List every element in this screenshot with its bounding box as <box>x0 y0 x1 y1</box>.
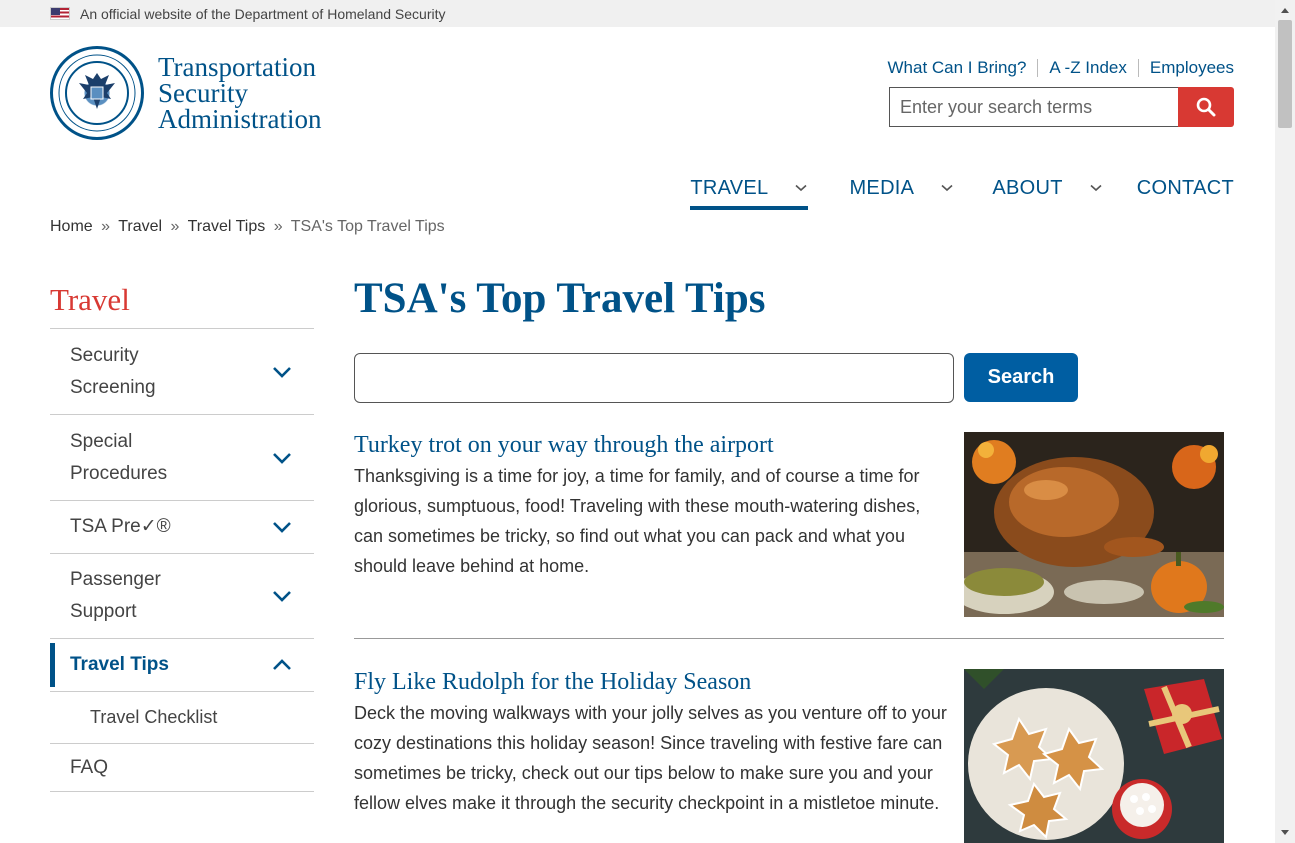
sidebar-item-label: Special Procedures <box>70 426 167 490</box>
utility-nav: What Can I Bring? A -Z Index Employees <box>888 58 1234 78</box>
roast-turkey-image[interactable] <box>964 432 1224 617</box>
search-icon <box>1196 97 1216 117</box>
header-search <box>889 87 1234 127</box>
nav-about[interactable]: ABOUT <box>992 166 1102 210</box>
sidebar-item-label-line1: Special <box>70 430 133 452</box>
sidebar-item-security-screening[interactable]: Security Screening <box>50 329 314 415</box>
scrollbar-thumb[interactable] <box>1278 20 1292 128</box>
nav-travel[interactable]: TRAVEL <box>690 166 809 210</box>
turkey-illustration <box>964 432 1224 617</box>
breadcrumb-home[interactable]: Home <box>50 218 93 235</box>
sidebar-subitem-travel-checklist[interactable]: Travel Checklist <box>50 692 314 744</box>
holiday-cookies-image[interactable] <box>964 669 1224 843</box>
agency-name-line2: Security <box>158 78 248 108</box>
header-search-button[interactable] <box>1178 87 1234 127</box>
agency-name[interactable]: Transportation Security Administration <box>158 52 322 134</box>
dhs-seal-icon[interactable] <box>50 46 144 140</box>
sidebar-item-tsa-precheck[interactable]: TSA Pre✓® <box>50 501 314 554</box>
breadcrumb: Home » Travel » Travel Tips » TSA's Top … <box>50 218 445 236</box>
breadcrumb-separator: » <box>101 218 111 235</box>
sidebar-item-label-line1: Passenger <box>70 569 161 590</box>
page-title: TSA's Top Travel Tips <box>354 275 766 322</box>
divider <box>1137 59 1139 77</box>
chevron-down-icon[interactable] <box>794 184 808 192</box>
breadcrumb-current: TSA's Top Travel Tips <box>290 218 445 235</box>
nav-about-label: ABOUT <box>992 176 1063 199</box>
agency-name-line1: Transportation <box>158 52 317 82</box>
eagle-icon <box>79 73 115 109</box>
nav-contact[interactable]: CONTACT <box>1137 166 1234 210</box>
agency-name-line3: Administration <box>158 104 322 134</box>
cookies-illustration <box>964 669 1224 843</box>
sidebar-item-label-line2: Procedures <box>70 462 168 484</box>
divider <box>354 638 1224 639</box>
employees-link[interactable]: Employees <box>1150 58 1234 78</box>
sidebar-item-label: FAQ <box>70 756 109 778</box>
nav-media[interactable]: MEDIA <box>849 166 954 210</box>
sidebar-item-label: Travel Tips <box>70 654 169 675</box>
scrollbar[interactable] <box>1275 0 1295 843</box>
chevron-down-icon[interactable] <box>272 590 292 602</box>
breadcrumb-separator: » <box>170 218 180 235</box>
breadcrumb-separator: » <box>273 218 283 235</box>
sidebar: Travel Security Screening Special Proced… <box>50 282 314 792</box>
sidebar-item-label-line2: Support <box>70 601 137 622</box>
sidebar-item-label: Security Screening <box>70 340 156 404</box>
gov-banner-text: An official website of the Department of… <box>80 5 446 22</box>
chevron-down-icon[interactable] <box>272 366 292 378</box>
teaser-card: Turkey trot on your way through the airp… <box>354 432 1224 617</box>
content-search-input[interactable] <box>354 353 954 403</box>
sidebar-title[interactable]: Travel <box>50 282 314 329</box>
sidebar-item-label-line2: Screening <box>70 376 156 398</box>
what-can-i-bring-link[interactable]: What Can I Bring? <box>888 58 1027 78</box>
breadcrumb-travel-tips[interactable]: Travel Tips <box>188 218 266 235</box>
sidebar-item-faq[interactable]: FAQ <box>50 744 314 792</box>
sidebar-item-label: Passenger Support <box>70 564 161 628</box>
chevron-down-icon[interactable] <box>940 184 954 192</box>
content-search: Search <box>354 353 1078 403</box>
main-nav: TRAVEL MEDIA ABOUT CONTACT <box>690 166 1234 210</box>
us-flag-icon <box>50 7 70 20</box>
sidebar-item-travel-tips[interactable]: Travel Tips <box>50 639 314 692</box>
sidebar-item-label: TSA Pre✓® <box>70 516 171 537</box>
divider <box>1037 59 1039 77</box>
chevron-down-icon[interactable] <box>272 452 292 464</box>
nav-travel-label: TRAVEL <box>690 176 769 199</box>
chevron-down-icon[interactable] <box>1089 184 1103 192</box>
sidebar-item-special-procedures[interactable]: Special Procedures <box>50 415 314 501</box>
teaser-card: Fly Like Rudolph for the Holiday Season … <box>354 669 1224 843</box>
sidebar-item-label-line1: Security <box>70 344 139 366</box>
header-search-input[interactable] <box>889 87 1178 127</box>
scroll-up-icon[interactable] <box>1281 8 1289 13</box>
scroll-down-icon[interactable] <box>1281 830 1289 835</box>
sidebar-item-passenger-support[interactable]: Passenger Support <box>50 554 314 639</box>
teaser-body: Deck the moving walkways with your jolly… <box>354 703 947 813</box>
breadcrumb-travel[interactable]: Travel <box>118 218 162 235</box>
gov-banner: An official website of the Department of… <box>0 0 1275 27</box>
nav-media-label: MEDIA <box>849 176 915 199</box>
chevron-up-icon[interactable] <box>272 659 292 671</box>
nav-contact-label: CONTACT <box>1136 176 1234 199</box>
content-search-button[interactable]: Search <box>964 353 1078 402</box>
a-z-index-link[interactable]: A -Z Index <box>1049 58 1126 78</box>
teaser-body: Thanksgiving is a time for joy, a time f… <box>354 466 921 576</box>
chevron-down-icon[interactable] <box>272 521 292 533</box>
sidebar-subitem-label: Travel Checklist <box>90 707 218 727</box>
